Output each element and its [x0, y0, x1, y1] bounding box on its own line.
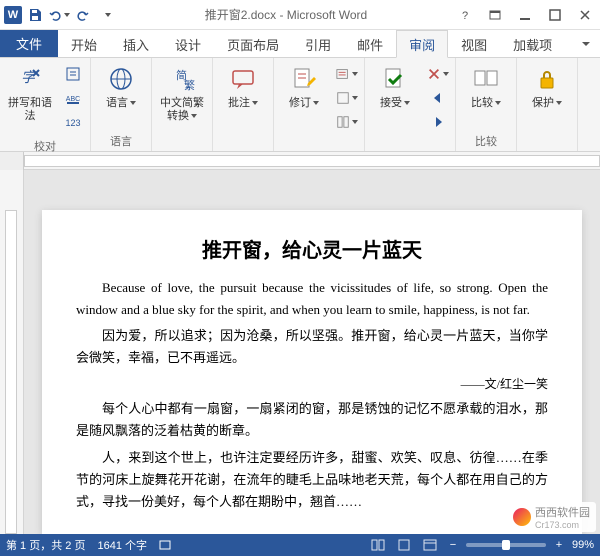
tab-mailings[interactable]: 邮件 [344, 30, 396, 57]
new-comment-label: 批注 [228, 97, 258, 110]
tab-layout[interactable]: 页面布局 [214, 30, 292, 57]
word-count-button[interactable]: ABC [62, 87, 84, 109]
thesaurus-button[interactable] [62, 63, 84, 85]
tab-file[interactable]: 文件 [0, 30, 58, 57]
compare-button[interactable]: 比较 [460, 60, 512, 113]
chinese-convert-icon: 简繁 [166, 63, 198, 95]
watermark: 西西软件园 Cr173.com [507, 502, 596, 532]
translate-button[interactable]: 123 [62, 111, 84, 133]
previous-change-button[interactable] [427, 87, 449, 109]
group-compare-label: 比较 [460, 131, 512, 151]
language-label: 语言 [106, 97, 136, 110]
read-mode-button[interactable] [368, 537, 388, 553]
next-change-button[interactable] [427, 111, 449, 133]
group-compare: 比较 比较 [456, 58, 517, 151]
spelling-grammar-button[interactable]: 字 拼写和语法 [4, 60, 56, 126]
svg-text:?: ? [462, 10, 468, 21]
compare-label: 比较 [471, 97, 501, 110]
globe-icon [105, 63, 137, 95]
ribbon-body: 字 拼写和语法 ABC 123 校对 语言 语言 简繁 中文简繁 转换 [0, 58, 600, 152]
group-changes: 接受 [365, 58, 456, 151]
accept-button[interactable]: 接受 [369, 60, 421, 113]
checkmark-doc-icon [379, 63, 411, 95]
spelling-grammar-label: 拼写和语法 [6, 97, 54, 123]
chinese-convert-button[interactable]: 简繁 中文简繁 转换 [156, 60, 208, 126]
doc-paragraph: 人，来到这个世上，也许注定要经历许多，甜蜜、欢笑、叹息、彷徨……在季节的河床上旋… [76, 447, 548, 513]
ribbon-tabs: 文件 开始 插入 设计 页面布局 引用 邮件 审阅 视图 加载项 [0, 30, 600, 58]
redo-button[interactable] [72, 4, 94, 26]
group-chinese: 简繁 中文简繁 转换 [152, 58, 213, 151]
doc-paragraph: 每个人心中都有一扇窗，一扇紧闭的窗，那是锈蚀的记忆不愿承载的泪水，那是随风飘落的… [76, 398, 548, 442]
compare-icon [470, 63, 502, 95]
help-button[interactable]: ? [450, 0, 480, 30]
language-button[interactable]: 语言 [95, 60, 147, 113]
tab-addins[interactable]: 加载项 [500, 30, 565, 57]
title-bar: W 推开窗2.docx - Microsoft Word ? [0, 0, 600, 30]
spellcheck-icon: 字 [14, 63, 46, 95]
document-page[interactable]: 推开窗，给心灵一片蓝天 Because of love, the pursuit… [42, 210, 582, 534]
close-button[interactable] [570, 0, 600, 30]
track-changes-label: 修订 [289, 97, 319, 110]
watermark-site: 西西软件园 [535, 504, 590, 520]
new-comment-button[interactable]: 批注 [217, 60, 269, 113]
pencil-doc-icon [288, 63, 320, 95]
zoom-in-button[interactable]: + [552, 539, 566, 551]
zoom-out-button[interactable]: − [446, 539, 460, 551]
reviewing-pane-button[interactable] [336, 111, 358, 133]
doc-paragraph: 因为爱，所以追求；因为沧桑，所以坚强。推开窗，给心灵一片蓝天，当你学会微笑，幸福… [76, 325, 548, 369]
print-layout-button[interactable] [394, 537, 414, 553]
tab-review[interactable]: 审阅 [396, 30, 448, 58]
tab-insert[interactable]: 插入 [110, 30, 162, 57]
word-count[interactable]: 1641 个字 [97, 537, 147, 553]
chinese-convert-label: 中文简繁 转换 [160, 97, 204, 123]
doc-heading: 推开窗，给心灵一片蓝天 [76, 234, 548, 263]
zoom-slider[interactable] [466, 543, 546, 547]
group-tracking: 修订 [274, 58, 365, 151]
language-indicator[interactable] [159, 539, 171, 551]
group-proofing: 字 拼写和语法 ABC 123 校对 [0, 58, 91, 151]
status-bar: 第 1 页，共 2 页 1641 个字 − + 99% [0, 534, 600, 556]
reject-button[interactable] [427, 63, 449, 85]
display-for-review-button[interactable] [336, 63, 358, 85]
lock-icon [531, 63, 563, 95]
group-language-label: 语言 [95, 131, 147, 151]
tab-design[interactable]: 设计 [162, 30, 214, 57]
show-markup-button[interactable] [336, 87, 358, 109]
watermark-logo-icon [513, 508, 531, 526]
tab-references[interactable]: 引用 [292, 30, 344, 57]
ribbon-display-button[interactable] [480, 0, 510, 30]
accept-label: 接受 [380, 97, 410, 110]
protect-label: 保护 [532, 97, 562, 110]
doc-byline: ——文/红尘一笑 [76, 375, 548, 392]
tab-view[interactable]: 视图 [448, 30, 500, 57]
undo-button[interactable] [48, 4, 70, 26]
group-protect: 保护 [517, 58, 578, 151]
group-language: 语言 语言 [91, 58, 152, 151]
doc-paragraph: Because of love, the pursuit because the… [76, 277, 548, 321]
window-title: 推开窗2.docx - Microsoft Word [122, 6, 450, 23]
vertical-ruler[interactable] [0, 170, 24, 534]
tab-home[interactable]: 开始 [58, 30, 110, 57]
web-layout-button[interactable] [420, 537, 440, 553]
svg-text:繁: 繁 [184, 78, 195, 92]
save-button[interactable] [24, 4, 46, 26]
minimize-button[interactable] [510, 0, 540, 30]
svg-text:123: 123 [65, 118, 80, 128]
ribbon-collapse-button[interactable] [572, 30, 600, 57]
group-comments: 批注 [213, 58, 274, 151]
horizontal-ruler[interactable] [0, 152, 600, 170]
zoom-level[interactable]: 99% [572, 539, 594, 551]
qat-customize-button[interactable] [96, 4, 118, 26]
maximize-button[interactable] [540, 0, 570, 30]
document-area[interactable]: 推开窗，给心灵一片蓝天 Because of love, the pursuit… [0, 170, 600, 534]
page-indicator[interactable]: 第 1 页，共 2 页 [6, 537, 85, 553]
svg-text:ABC: ABC [66, 96, 80, 103]
watermark-url: Cr173.com [535, 520, 590, 530]
comment-icon [227, 63, 259, 95]
track-changes-button[interactable]: 修订 [278, 60, 330, 113]
protect-button[interactable]: 保护 [521, 60, 573, 113]
word-app-icon: W [4, 6, 22, 24]
